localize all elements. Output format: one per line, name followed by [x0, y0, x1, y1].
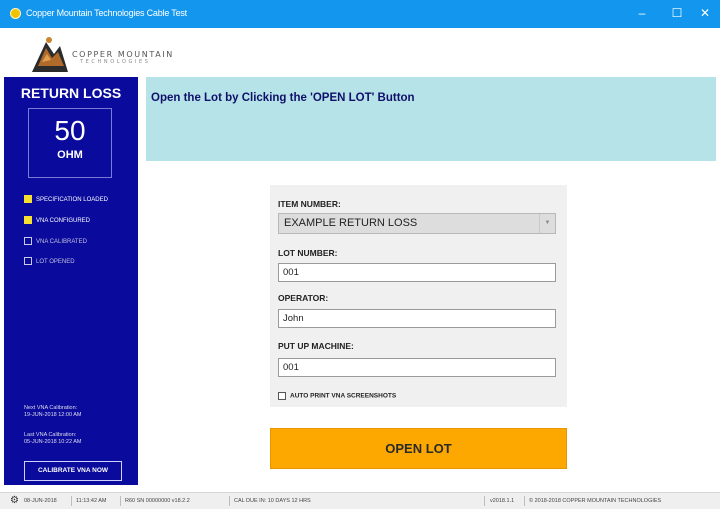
status-bar: ⚙ 08-JUN-2018 11:13:42 AM R60 SN 0000000… [0, 492, 720, 509]
impedance-unit: OHM [57, 149, 83, 161]
sidebar: RETURN LOSS 50 OHM SPECIFICATION LOADED … [4, 77, 138, 485]
close-button[interactable]: ✕ [694, 4, 716, 22]
last-calibration-label: Last VNA Calibration: [24, 432, 77, 438]
app-icon [10, 8, 21, 19]
instruction-banner: Open the Lot by Clicking the 'OPEN LOT' … [146, 77, 716, 161]
status-copyright: © 2018-2018 COPPER MOUNTAIN TECHNOLOGIES [529, 498, 662, 504]
operator-label: OPERATOR: [278, 293, 329, 303]
status-label: LOT OPENED [36, 259, 75, 265]
status-divider [484, 496, 485, 506]
lot-form: ITEM NUMBER: EXAMPLE RETURN LOSS ▼ LOT N… [270, 185, 567, 407]
maximize-button[interactable]: ☐ [666, 4, 688, 22]
status-lot-opened: LOT OPENED [24, 257, 75, 269]
last-calibration: Last VNA Calibration: 05-JUN-2018 10:22 … [24, 432, 81, 446]
status-checkbox-icon [24, 237, 32, 246]
auto-print-checkbox[interactable] [278, 392, 286, 400]
status-vna-configured: VNA CONFIGURED [24, 216, 90, 228]
status-label: VNA CALIBRATED [36, 239, 87, 245]
status-checkbox-icon [24, 257, 32, 266]
lot-number-input[interactable]: 001 [278, 263, 556, 282]
next-calibration-label: Next VNA Calibration: [24, 405, 78, 411]
minimize-button[interactable]: – [631, 4, 653, 22]
next-calibration: Next VNA Calibration: 19-JUN-2018 12:00 … [24, 405, 81, 419]
window-title: Copper Mountain Technologies Cable Test [26, 8, 187, 18]
put-up-machine-label: PUT UP MACHINE: [278, 341, 354, 351]
status-divider [229, 496, 230, 506]
status-divider [120, 496, 121, 506]
impedance-value: 50 [54, 115, 86, 146]
status-specification-loaded: SPECIFICATION LOADED [24, 195, 108, 207]
auto-print-option[interactable]: AUTO PRINT VNA SCREENSHOTS [278, 392, 396, 400]
status-divider [71, 496, 72, 506]
status-vna-calibrated: VNA CALIBRATED [24, 237, 87, 249]
status-checkbox-icon [24, 216, 32, 225]
status-instrument: R60 SN 00000000 v18.2.2 [125, 498, 190, 504]
copper-mountain-logo [32, 37, 68, 72]
gear-icon[interactable]: ⚙ [10, 495, 19, 506]
instruction-text: Open the Lot by Clicking the 'OPEN LOT' … [151, 92, 415, 104]
status-time: 11:13:42 AM [76, 498, 107, 504]
next-calibration-value: 19-JUN-2018 12:00 AM [24, 412, 82, 418]
item-number-value: EXAMPLE RETURN LOSS [284, 217, 418, 229]
status-version: v2018.1.1 [490, 498, 515, 504]
status-checkbox-icon [24, 195, 32, 204]
window-titlebar: Copper Mountain Technologies Cable Test … [0, 0, 720, 28]
item-number-label: ITEM NUMBER: [278, 199, 341, 209]
test-type-title: RETURN LOSS [20, 85, 122, 101]
open-lot-button[interactable]: OPEN LOT [270, 428, 567, 469]
lot-number-label: LOT NUMBER: [278, 248, 338, 258]
status-divider [524, 496, 525, 506]
last-calibration-value: 05-JUN-2018 10:22 AM [24, 439, 82, 445]
item-number-select[interactable]: EXAMPLE RETURN LOSS ▼ [278, 213, 556, 234]
put-up-machine-input[interactable]: 001 [278, 358, 556, 377]
logo-band: COPPER MOUNTAIN TECHNOLOGIES [0, 28, 720, 76]
logo-subtext: TECHNOLOGIES [80, 59, 151, 65]
chevron-down-icon[interactable]: ▼ [539, 214, 555, 233]
status-cal-due: CAL DUE IN: 10 DAYS 12 HRS [234, 498, 311, 504]
status-label: SPECIFICATION LOADED [36, 197, 108, 203]
logo-text: COPPER MOUNTAIN [72, 50, 174, 59]
status-date: 08-JUN-2018 [24, 498, 57, 504]
operator-input[interactable]: John [278, 309, 556, 328]
impedance-box: 50 OHM [28, 108, 112, 178]
status-label: VNA CONFIGURED [36, 218, 91, 224]
auto-print-label: AUTO PRINT VNA SCREENSHOTS [290, 392, 397, 400]
calibrate-vna-button[interactable]: CALIBRATE VNA NOW [24, 461, 122, 481]
